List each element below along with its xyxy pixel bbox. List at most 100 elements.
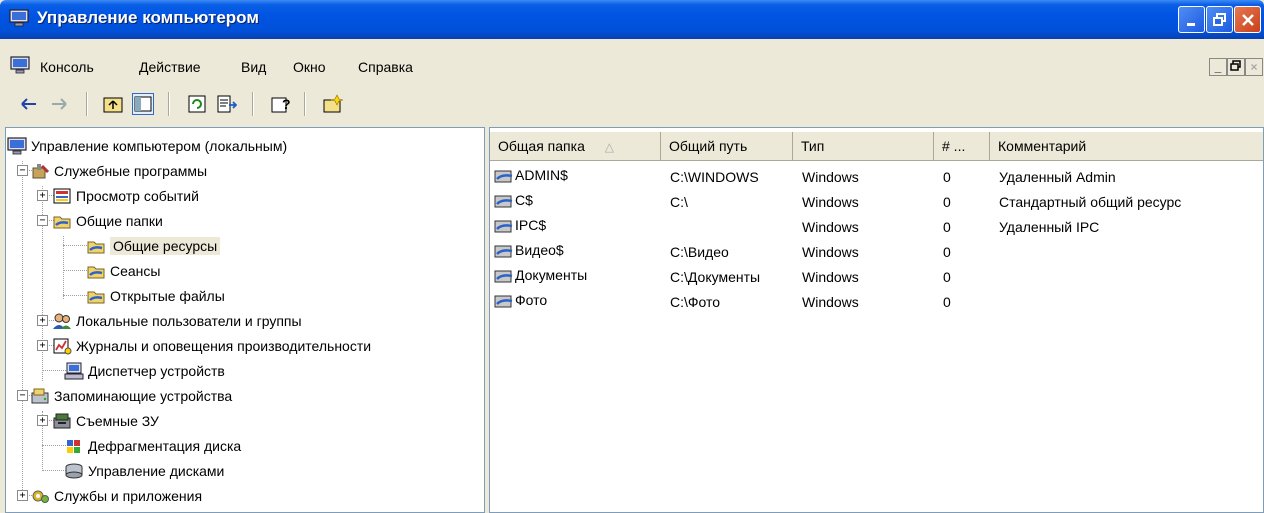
mdi-restore-button[interactable]: [1227, 58, 1245, 76]
minimize-icon: [1186, 22, 1195, 26]
refresh-icon: [188, 95, 206, 113]
menu-help[interactable]: Справка: [358, 59, 413, 75]
collapse-toggle[interactable]: −: [17, 165, 28, 176]
share-name: C$: [515, 192, 533, 208]
share-count: 0: [943, 169, 951, 185]
tree-item-storage[interactable]: Запоминающие устройства: [30, 383, 232, 408]
share-comment: Стандартный общий ресурс: [999, 194, 1182, 210]
minimize-button[interactable]: [1178, 6, 1205, 33]
restore-button[interactable]: [1206, 6, 1233, 33]
share-icon: [494, 220, 513, 233]
share-name: Видео$: [515, 242, 564, 258]
restore-icon: [1212, 12, 1226, 26]
services-icon: [32, 490, 49, 503]
tree-root[interactable]: Управление компьютером (локальным): [7, 133, 287, 158]
expand-toggle[interactable]: +: [17, 490, 28, 501]
performance-logs-icon: [53, 338, 72, 354]
share-icon: [494, 170, 513, 183]
new-share-button[interactable]: [322, 93, 344, 115]
tree-item-sessions[interactable]: Сеансы: [86, 258, 160, 283]
forward-icon: [52, 98, 67, 110]
column-header-label: Тип: [801, 138, 825, 154]
menu-view[interactable]: Вид: [241, 59, 266, 75]
tree-item-label: Общие папки: [76, 212, 163, 229]
table-row[interactable]: IPC$: [494, 217, 546, 234]
folder-icon: [87, 266, 105, 278]
column-header-label: Общий путь: [669, 138, 748, 154]
disk-management-icon: [65, 463, 83, 478]
export-list-button[interactable]: [216, 93, 238, 115]
list-pane[interactable]: Общая папка △ Общий путь Тип # ... Комме…: [489, 127, 1264, 513]
tree-item-label: Дефрагментация диска: [88, 437, 242, 454]
folder-icon: [87, 291, 105, 303]
column-header-count[interactable]: # ...: [934, 132, 990, 161]
menu-console[interactable]: Консоль: [40, 59, 94, 75]
share-icon: [494, 295, 513, 308]
tree-item-shared-folders[interactable]: Общие папки: [52, 208, 163, 233]
expand-toggle[interactable]: +: [37, 415, 48, 426]
forward-button[interactable]: [48, 93, 70, 115]
tree-pane[interactable]: Управление компьютером (локальным) − Слу…: [5, 127, 485, 513]
menu-action[interactable]: Действие: [139, 59, 201, 75]
tree-item-event-viewer[interactable]: Просмотр событий: [52, 183, 199, 208]
column-header-path[interactable]: Общий путь: [661, 132, 793, 161]
table-row[interactable]: Фото: [494, 292, 547, 309]
shared-folder-icon: [87, 241, 105, 253]
back-button[interactable]: [18, 93, 40, 115]
tree-item-services-apps[interactable]: Службы и приложения: [30, 483, 202, 508]
table-row[interactable]: ADMIN$: [494, 167, 568, 184]
column-header-share[interactable]: Общая папка △: [490, 132, 661, 161]
mdi-close-button[interactable]: ×: [1245, 58, 1263, 76]
tree-item-system-tools[interactable]: Служебные программы: [30, 158, 207, 183]
back-icon: [21, 98, 36, 110]
show-tree-button[interactable]: [132, 93, 154, 115]
share-count: 0: [943, 194, 951, 210]
show-tree-icon: [134, 96, 152, 112]
defrag-icon: [67, 439, 80, 453]
new-share-icon: [323, 94, 344, 113]
share-path: C:\: [670, 194, 688, 210]
column-header-label: # ...: [942, 138, 966, 154]
table-row[interactable]: Документы: [494, 267, 587, 284]
toolbar: ?: [0, 84, 1264, 124]
close-button[interactable]: [1234, 6, 1261, 33]
users-icon: [53, 313, 71, 329]
collapse-toggle[interactable]: −: [17, 390, 28, 401]
mdi-minimize-button[interactable]: _: [1209, 58, 1227, 76]
up-level-icon: [103, 97, 123, 113]
table-row[interactable]: C$: [494, 192, 533, 209]
tree-item-label: Запоминающие устройства: [54, 387, 233, 404]
tree-item-label: Служебные программы: [54, 162, 208, 179]
expand-toggle[interactable]: +: [37, 340, 48, 351]
restore-icon: [1230, 60, 1241, 71]
share-path: C:\Документы: [670, 269, 761, 285]
title-bar[interactable]: Управление компьютером: [0, 0, 1264, 39]
sort-ascending-icon: △: [604, 140, 614, 154]
tree-item-open-files[interactable]: Открытые файлы: [86, 283, 225, 308]
table-row[interactable]: Видео$: [494, 242, 564, 259]
removable-storage-icon: [53, 413, 71, 428]
share-name: IPC$: [515, 217, 547, 233]
column-header-comment[interactable]: Комментарий: [990, 132, 1263, 161]
collapse-toggle[interactable]: −: [37, 215, 48, 226]
menu-window[interactable]: Окно: [293, 59, 326, 75]
up-level-button[interactable]: [102, 93, 124, 115]
share-name: ADMIN$: [515, 167, 568, 183]
tree-item-label: Локальные пользователи и группы: [76, 312, 302, 329]
tree-item-device-manager[interactable]: Диспетчер устройств: [64, 358, 225, 383]
tree-item-label: Просмотр событий: [76, 187, 199, 204]
tree-item-removable-storage[interactable]: Съемные ЗУ: [52, 408, 159, 433]
tree-item-performance-logs[interactable]: Журналы и оповещения производительности: [52, 333, 371, 358]
column-header-type[interactable]: Тип: [793, 132, 934, 161]
tree-item-shares[interactable]: Общие ресурсы: [86, 233, 221, 258]
expand-toggle[interactable]: +: [37, 315, 48, 326]
tree-item-disk-management[interactable]: Управление дисками: [64, 458, 224, 483]
tree-item-local-users[interactable]: Локальные пользователи и группы: [52, 308, 302, 333]
help-button[interactable]: ?: [270, 93, 292, 115]
expand-toggle[interactable]: +: [37, 190, 48, 201]
tree-item-label: Сеансы: [110, 262, 161, 279]
share-count: 0: [943, 294, 951, 310]
tree-item-defrag[interactable]: Дефрагментация диска: [64, 433, 241, 458]
share-name: Фото: [515, 292, 548, 308]
refresh-button[interactable]: [186, 93, 208, 115]
